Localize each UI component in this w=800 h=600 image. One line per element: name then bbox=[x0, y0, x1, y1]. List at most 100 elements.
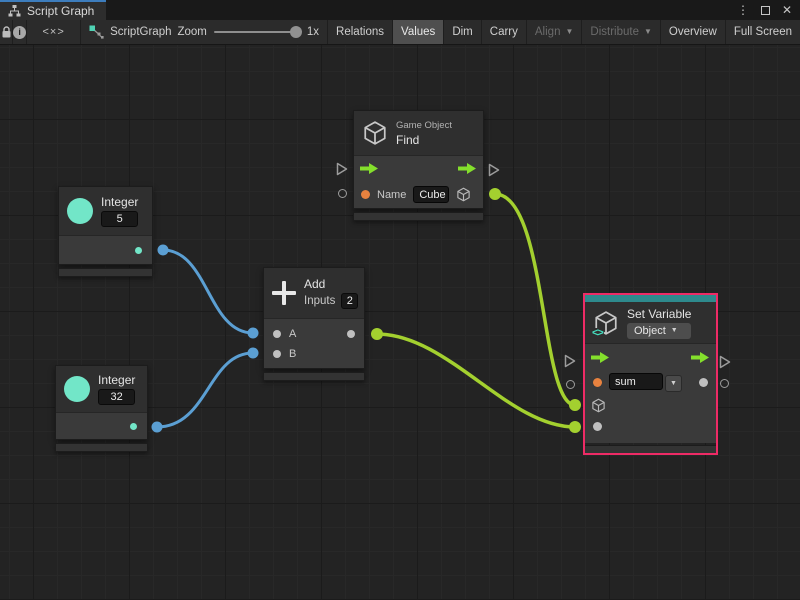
setvar-control-output-port[interactable] bbox=[719, 355, 731, 369]
add-sum-output-port[interactable] bbox=[347, 330, 355, 338]
game-object-result-icon bbox=[456, 187, 471, 202]
variable-scope-dropdown[interactable]: Object ▼ bbox=[627, 323, 691, 339]
info-button[interactable]: i bbox=[13, 20, 27, 44]
integer-output-port[interactable] bbox=[130, 423, 137, 430]
wire-endpoint[interactable] bbox=[569, 399, 581, 411]
find-control-output-port[interactable] bbox=[488, 163, 500, 177]
title-tab-strip: Script Graph ⋮ ✕ bbox=[0, 0, 800, 20]
values-button[interactable]: Values bbox=[393, 20, 444, 44]
scope-label: Object bbox=[634, 325, 666, 337]
node-integer-32[interactable]: Integer 32 bbox=[55, 365, 148, 452]
tab-script-graph[interactable]: Script Graph bbox=[0, 0, 106, 20]
relations-button[interactable]: Relations bbox=[328, 20, 393, 44]
find-control-input-port[interactable] bbox=[336, 162, 348, 176]
input-b-label: B bbox=[289, 348, 296, 360]
node-gameobject-find[interactable]: Game Object Find Name Cube bbox=[353, 110, 484, 221]
code-view-button[interactable]: <×> bbox=[27, 20, 81, 44]
setvar-control-input-port[interactable] bbox=[564, 354, 576, 368]
object-input-port-icon[interactable] bbox=[591, 398, 606, 413]
node-footer bbox=[353, 212, 484, 221]
wire-endpoint[interactable] bbox=[248, 328, 259, 339]
selection-header-bar bbox=[585, 295, 716, 302]
chevron-down-icon: ▼ bbox=[644, 27, 652, 36]
zoom-value: 1x bbox=[307, 26, 319, 38]
node-title: Add bbox=[304, 277, 358, 291]
wire-add-to-setvariable-value[interactable] bbox=[377, 334, 575, 427]
name-label: Name bbox=[377, 189, 406, 201]
setvar-name-input-port[interactable] bbox=[566, 380, 575, 389]
graph-toolbar: i <×> ScriptGraph Zoom 1x Relations Valu… bbox=[0, 20, 800, 45]
wire-endpoint[interactable] bbox=[152, 422, 163, 433]
carry-button[interactable]: Carry bbox=[482, 20, 527, 44]
graph-canvas[interactable]: Integer 5 Integer 32 bbox=[0, 45, 800, 600]
node-footer bbox=[55, 443, 148, 452]
lock-button[interactable] bbox=[0, 20, 13, 44]
name-input-port[interactable] bbox=[361, 190, 370, 199]
variable-brackets-icon: <> bbox=[591, 328, 604, 339]
node-title: Integer bbox=[98, 373, 135, 387]
find-name-input-port[interactable] bbox=[338, 189, 347, 198]
window-menu-icon[interactable]: ⋮ bbox=[737, 4, 749, 16]
node-footer bbox=[263, 372, 365, 381]
node-footer bbox=[585, 445, 716, 453]
info-icon: i bbox=[13, 26, 26, 39]
setvar-value-output-port[interactable] bbox=[720, 379, 729, 388]
node-footer bbox=[58, 268, 153, 277]
integer-type-icon bbox=[64, 376, 90, 402]
script-graph-asset-icon bbox=[89, 25, 104, 39]
inputs-count-input[interactable]: 2 bbox=[341, 293, 358, 309]
node-title: Find bbox=[396, 133, 452, 147]
integer-value-input[interactable]: 32 bbox=[98, 389, 135, 405]
control-input-arrow-icon[interactable] bbox=[360, 163, 379, 174]
wire-integer5-to-add-a[interactable] bbox=[163, 250, 253, 333]
code-view-icon: <×> bbox=[42, 26, 64, 38]
distribute-button[interactable]: Distribute ▼ bbox=[582, 20, 661, 44]
add-icon bbox=[272, 281, 296, 305]
node-title: Set Variable bbox=[627, 307, 691, 321]
wire-integer32-to-add-b[interactable] bbox=[157, 353, 253, 427]
add-input-a-port[interactable] bbox=[273, 330, 281, 338]
graph-icon bbox=[8, 5, 21, 17]
inputs-label: Inputs bbox=[304, 295, 335, 307]
node-integer-5[interactable]: Integer 5 bbox=[58, 186, 153, 277]
chevron-down-icon: ▼ bbox=[671, 327, 678, 334]
distribute-label: Distribute bbox=[590, 26, 639, 38]
add-input-b-port[interactable] bbox=[273, 350, 281, 358]
zoom-label: Zoom bbox=[177, 26, 206, 38]
dim-button[interactable]: Dim bbox=[444, 20, 481, 44]
value-input-port[interactable] bbox=[593, 422, 602, 431]
integer-value-input[interactable]: 5 bbox=[101, 211, 138, 227]
name-value-input[interactable]: Cube bbox=[413, 186, 449, 203]
unity-script-graph-window: Script Graph ⋮ ✕ i <×> bbox=[0, 0, 800, 600]
full-screen-button[interactable]: Full Screen bbox=[726, 20, 800, 44]
graph-breadcrumb: ScriptGraph Zoom 1x bbox=[81, 20, 328, 44]
wire-endpoint[interactable] bbox=[569, 421, 581, 433]
align-button[interactable]: Align ▼ bbox=[527, 20, 583, 44]
node-title: Integer bbox=[101, 195, 138, 209]
node-category: Game Object bbox=[396, 120, 452, 131]
overview-button[interactable]: Overview bbox=[661, 20, 726, 44]
node-set-variable[interactable]: <> Set Variable Object ▼ bbox=[583, 293, 718, 455]
node-add[interactable]: Add Inputs 2 A B bbox=[263, 267, 365, 381]
wire-endpoint[interactable] bbox=[489, 188, 501, 200]
wire-endpoint[interactable] bbox=[248, 348, 259, 359]
zoom-slider[interactable] bbox=[214, 31, 300, 33]
tab-title: Script Graph bbox=[27, 4, 94, 18]
wire-endpoint[interactable] bbox=[371, 328, 383, 340]
variable-name-port[interactable] bbox=[593, 378, 602, 387]
input-a-label: A bbox=[289, 328, 296, 340]
graph-name: ScriptGraph bbox=[110, 26, 171, 38]
wire-endpoint[interactable] bbox=[158, 245, 169, 256]
lock-icon bbox=[1, 26, 12, 39]
zoom-slider-handle[interactable] bbox=[290, 26, 302, 38]
value-output-port[interactable] bbox=[699, 378, 708, 387]
wire-find-to-setvariable-object[interactable] bbox=[495, 194, 575, 405]
variable-name-dropdown[interactable]: ▼ bbox=[665, 375, 682, 392]
control-input-arrow-icon[interactable] bbox=[591, 352, 610, 363]
integer-output-port[interactable] bbox=[135, 247, 142, 254]
control-output-arrow-icon[interactable] bbox=[458, 163, 477, 174]
close-icon[interactable]: ✕ bbox=[782, 4, 792, 16]
variable-name-input[interactable]: sum bbox=[609, 373, 663, 390]
control-output-arrow-icon[interactable] bbox=[691, 352, 710, 363]
maximize-icon[interactable] bbox=[761, 6, 770, 15]
